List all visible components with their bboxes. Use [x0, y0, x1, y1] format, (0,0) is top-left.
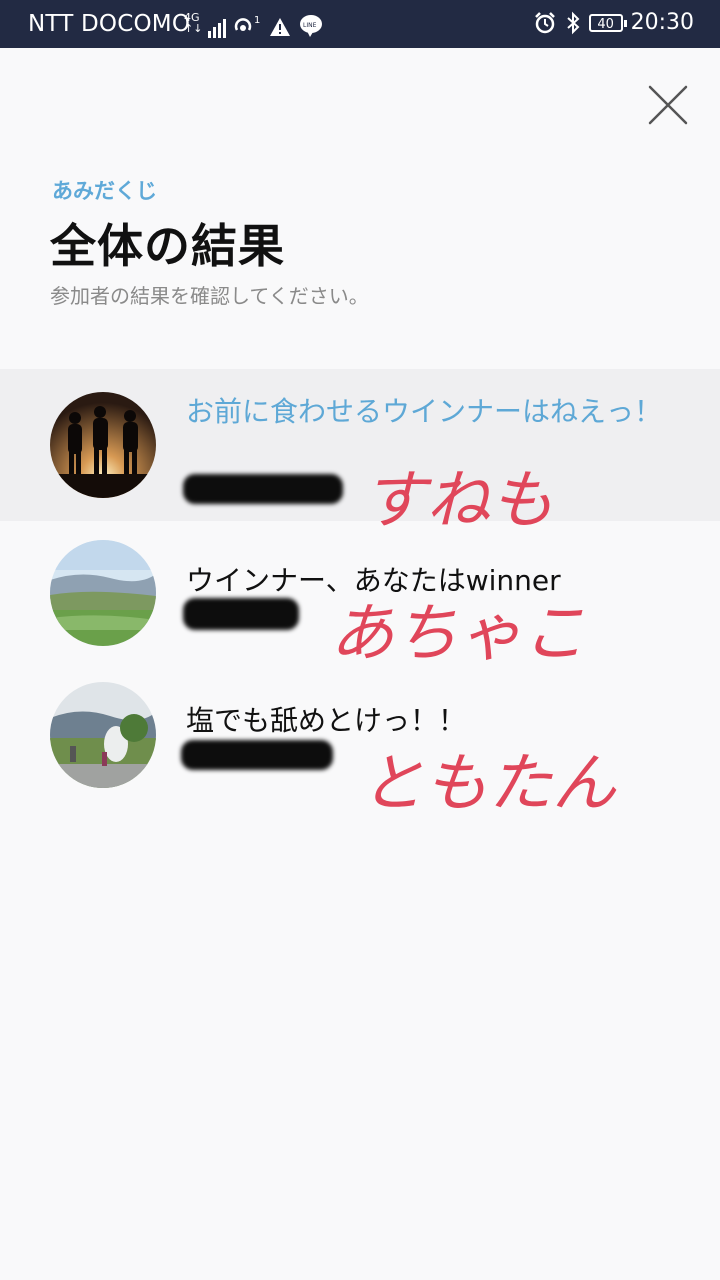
svg-text:1: 1 — [254, 15, 260, 26]
close-icon — [648, 85, 688, 125]
avatar — [50, 682, 156, 788]
status-right-icons: 40 20:30 — [533, 10, 694, 35]
result-row-2[interactable]: ウインナー、あなたはwinner あちゃこ — [0, 530, 720, 671]
network-type-icon: 4G ↑↓ — [184, 11, 203, 35]
avatar — [50, 540, 156, 646]
handwritten-annotation: ともたん — [360, 747, 616, 821]
battery-icon: 40 — [588, 13, 627, 32]
warning-icon — [270, 18, 291, 36]
result-row-3[interactable]: 塩でも舐めとけっ！！ ともたん — [0, 670, 720, 821]
page-subtitle: 参加者の結果を確認してください。 — [50, 284, 369, 308]
redaction-mark — [183, 598, 299, 630]
status-left-icons: 4G ↑↓ 1 LINE — [184, 10, 324, 38]
carrier-label: NTT DOCOMO — [28, 11, 191, 37]
alarm-icon — [534, 11, 555, 33]
signal-icon — [208, 16, 227, 38]
hotspot-icon: 1 — [235, 15, 261, 31]
line-app-icon: LINE — [300, 15, 323, 37]
app-eyebrow: あみだくじ — [52, 179, 157, 203]
svg-text:LINE: LINE — [303, 22, 317, 29]
redaction-mark — [183, 474, 343, 504]
page-title: 全体の結果 — [50, 219, 285, 273]
clock: 20:30 — [630, 10, 694, 35]
bluetooth-icon — [566, 11, 580, 34]
handwritten-annotation: あちゃこ — [330, 597, 586, 671]
result-text: お前に食わせるウインナーはねえっ！ — [186, 395, 663, 428]
close-button[interactable] — [640, 78, 696, 134]
redaction-mark — [181, 740, 333, 770]
handwritten-annotation: すねも — [362, 464, 554, 538]
avatar — [50, 392, 156, 498]
result-row-1[interactable]: お前に食わせるウインナーはねえっ！ すねも — [0, 369, 720, 538]
status-bar: NTT DOCOMO 4G ↑↓ 1 LINE 40 20:30 — [0, 0, 720, 48]
